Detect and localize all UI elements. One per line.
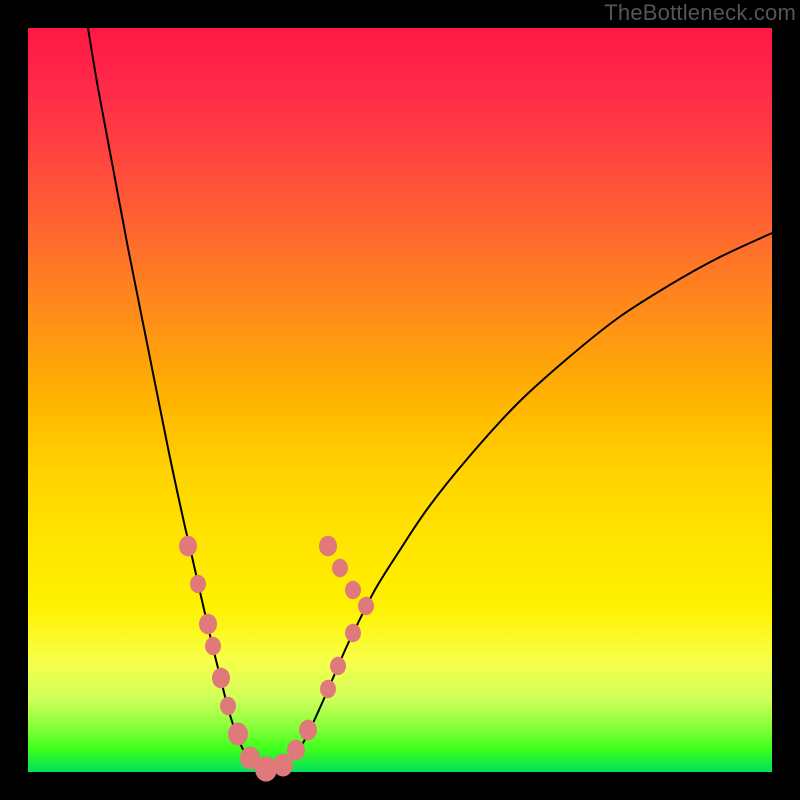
data-dot — [220, 697, 236, 715]
data-dots — [179, 536, 374, 782]
watermark-text: TheBottleneck.com — [604, 0, 796, 26]
data-dot — [299, 720, 317, 741]
data-dot — [212, 668, 230, 689]
data-dot — [190, 575, 206, 593]
data-dot — [287, 740, 305, 761]
data-dot — [320, 680, 336, 698]
data-dot — [319, 536, 337, 557]
data-dot — [345, 581, 361, 599]
data-dot — [330, 657, 346, 675]
data-dot — [199, 614, 217, 635]
chart-frame: TheBottleneck.com — [0, 0, 800, 800]
curve-left-branch — [88, 28, 268, 771]
curve-svg — [28, 28, 772, 772]
data-dot — [228, 723, 248, 746]
plot-area — [28, 28, 772, 772]
data-dot — [205, 637, 221, 655]
data-dot — [345, 624, 361, 642]
curve-right-branch — [268, 233, 772, 771]
data-dot — [332, 559, 348, 577]
data-dot — [358, 597, 374, 615]
data-dot — [179, 536, 197, 557]
